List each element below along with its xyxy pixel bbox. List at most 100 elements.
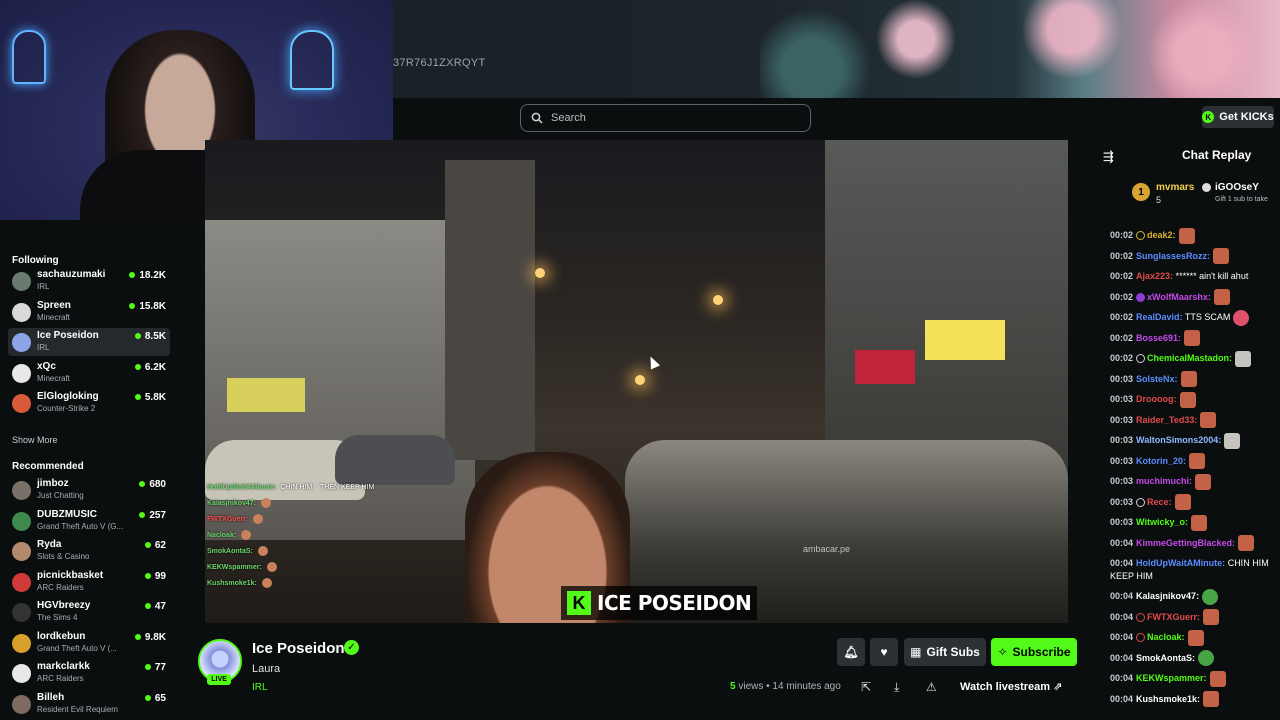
live-dot-icon [144, 664, 151, 670]
channel-name: lordkebun [37, 630, 86, 642]
sidebar-channel-markclarkk[interactable]: markclarkk ARC Raiders 77 [8, 659, 170, 687]
viewer-count: 8.5K [134, 331, 166, 342]
overlay-chat-row: FWTXGuerr: [207, 512, 407, 528]
emote-icon [261, 498, 272, 509]
follow-button[interactable]: ♥ [870, 638, 898, 666]
stream-info: LIVE Ice Poseidon ✓ Laura IRL 🔔︎ ♥ ▦ Gift… [178, 623, 1095, 720]
message-user[interactable]: WaltonSimons2004: [1136, 435, 1221, 445]
sidebar-channel-ryda[interactable]: Ryda Slots & Casino 62 [8, 537, 170, 565]
sidebar-channel-lordkebun[interactable]: lordkebun Grand Theft Auto V (... 9.8K [8, 629, 170, 657]
external-link-icon: ⇗ [1053, 681, 1063, 693]
message-time: 00:04 [1110, 591, 1134, 601]
message-user[interactable]: SolsteNx: [1136, 374, 1178, 384]
report-icon[interactable]: ⚠ [926, 680, 937, 694]
chat-title: Chat Replay [1182, 148, 1252, 162]
chat-message: 00:04 KimmeGettingBlacked: [1110, 533, 1280, 554]
channel-avatar [12, 664, 31, 683]
bell-icon: 🔔︎ [843, 645, 859, 659]
kick-logo-icon: K [567, 591, 591, 615]
channel-name[interactable]: Ice Poseidon [252, 640, 345, 657]
pinned-gift-banner[interactable]: 1 mvmars 5 iGOOseY Gift 1 sub to take [1132, 180, 1280, 210]
message-user[interactable]: RealDavid: [1136, 312, 1183, 322]
sidebar-channel-hgvbreezy[interactable]: HGVbreezy The Sims 4 47 [8, 598, 170, 626]
search-input[interactable]: Search [520, 104, 811, 132]
chat-message: 00:03 Kotorin_20: [1110, 451, 1280, 472]
message-time: 00:03 [1110, 476, 1134, 486]
message-text: TTS SCAM [1182, 312, 1231, 322]
sidebar-channel-dubzmusic[interactable]: DUBZMUSIC Grand Theft Auto V (G... 257 [8, 507, 170, 535]
message-user[interactable]: Kotorin_20: [1136, 456, 1186, 466]
emote-icon [1235, 350, 1252, 367]
channel-name: Ryda [37, 539, 62, 550]
message-user[interactable]: Droooog: [1136, 394, 1177, 404]
emote-icon [266, 562, 277, 573]
live-dot-icon [134, 333, 141, 339]
stream-category[interactable]: IRL [252, 682, 268, 693]
message-user[interactable]: Bosse691: [1136, 333, 1181, 343]
sidebar-channel-picnickbasket[interactable]: picnickbasket ARC Raiders 99 [8, 568, 170, 596]
sidebar-channel-xqc[interactable]: xQc Minecraft 6.2K [8, 359, 170, 387]
message-user[interactable]: Nacloak: [1147, 632, 1185, 642]
sidebar-channel-sachauzumaki[interactable]: sachauzumaki IRL 18.2K [8, 267, 170, 295]
emote-icon [241, 530, 252, 541]
sidebar-channel-ice poseidon[interactable]: Ice Poseidon IRL 8.5K [8, 328, 170, 356]
viewer-count: 99 [144, 571, 166, 582]
collapse-chat-icon[interactable]: ⇶ [1103, 149, 1114, 165]
user-badge-icon [1136, 292, 1146, 302]
overlay-chat-user: KEKWspammer: [207, 564, 262, 571]
message-user[interactable]: ChemicalMastadon: [1147, 353, 1232, 363]
recommended-heading: Recommended [12, 461, 84, 472]
gift-user: iGOOseY [1215, 182, 1259, 193]
notification-button[interactable]: 🔔︎ [837, 638, 865, 666]
message-time: 00:04 [1110, 693, 1134, 704]
message-user[interactable]: Kushsmoke1k: [1136, 694, 1200, 704]
message-user[interactable]: SunglassesRozz: [1136, 251, 1210, 261]
channel-avatar [12, 481, 31, 500]
share-icon[interactable]: ⇱ [861, 680, 871, 694]
show-more-link[interactable]: Show More [12, 435, 58, 445]
chat-message: 00:03 Rece: [1110, 492, 1280, 513]
watch-livestream-link[interactable]: Watch livestream ⇗ [960, 680, 1062, 693]
overlay-chat-user: Kushsmoke1k: [207, 580, 257, 587]
message-user[interactable]: Rece: [1147, 497, 1172, 507]
message-time: 00:04 [1110, 537, 1134, 548]
verified-icon: ✓ [344, 640, 359, 655]
sidebar-channel-billeh[interactable]: Billeh Resident Evil Requiem 65 [8, 690, 170, 718]
message-user[interactable]: SmokAontaS: [1136, 653, 1195, 663]
message-user[interactable]: muchimuchi: [1136, 476, 1192, 486]
user-badge-icon [1136, 231, 1146, 241]
sidebar: Following sachauzumaki IRL 18.2K Spreen Mine… [0, 220, 178, 720]
message-user[interactable]: deak2: [1147, 230, 1176, 240]
message-user[interactable]: HoldUpWaitAMinute: [1136, 558, 1225, 568]
channel-category: Counter-Strike 2 [37, 404, 96, 413]
user-badge-icon [1136, 497, 1146, 507]
sidebar-channel-elglogloking[interactable]: ElGlogloking Counter-Strike 2 5.8K [8, 389, 170, 417]
sidebar-channel-jimboz[interactable]: jimboz Just Chatting 680 [8, 476, 170, 504]
message-time: 00:04 [1110, 611, 1134, 622]
get-kicks-button[interactable]: K Get KICKs [1202, 106, 1274, 128]
channel-avatar [12, 633, 31, 653]
emote-icon [1195, 473, 1212, 490]
overlay-chat-row: Kalasjnikov47: [207, 496, 407, 512]
message-time: 00:02 [1110, 230, 1134, 240]
message-user[interactable]: KEKWspammer: [1136, 673, 1207, 683]
building-middle [445, 160, 535, 460]
message-time: 00:04 [1110, 652, 1134, 663]
video-player[interactable]: ambacar.pe HoldUpWaitAMinute: CHIN HIM T… [205, 140, 1068, 623]
channel-name: xQc [37, 360, 56, 372]
chat-message: 00:03 WaltonSimons2004: [1110, 430, 1280, 451]
live-dot-icon [144, 603, 151, 609]
message-user[interactable]: KimmeGettingBlacked: [1136, 538, 1235, 548]
message-user[interactable]: Kalasjnikov47: [1136, 591, 1199, 601]
message-user[interactable]: xWolfMaarshx: [1147, 292, 1211, 302]
gift-subs-button[interactable]: ▦ Gift Subs [904, 638, 986, 666]
message-user[interactable]: Ajax223: [1136, 271, 1173, 281]
sidebar-channel-spreen[interactable]: Spreen Minecraft 15.8K [8, 298, 170, 326]
chat-message: 00:02 Bosse691: [1110, 328, 1280, 349]
message-user[interactable]: Witwicky_o: [1136, 517, 1188, 527]
channel-name: Ice Poseidon [37, 330, 99, 341]
download-icon[interactable]: ⤓ [894, 680, 899, 695]
subscribe-button[interactable]: ✧ Subscribe [991, 638, 1077, 666]
message-user[interactable]: Raider_Ted33: [1136, 415, 1197, 425]
message-user[interactable]: FWTXGuerr: [1147, 612, 1200, 622]
